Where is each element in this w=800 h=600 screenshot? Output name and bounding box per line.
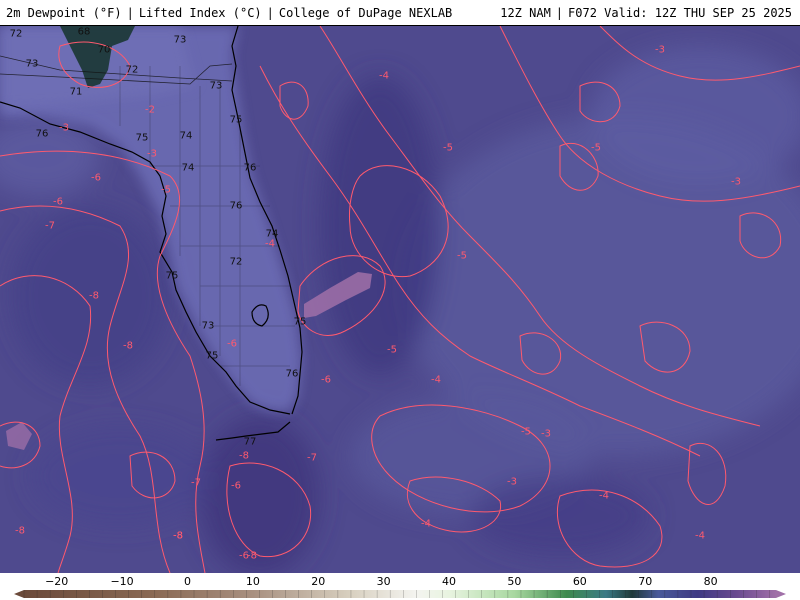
lifted-index-contour-label: -6 [239,550,249,562]
lifted-index-contour-label: -7 [45,220,55,232]
colorbar-tick-label: −20 [45,575,69,588]
source-title: College of DuPage NEXLAB [278,6,453,20]
lifted-index-contour-label: -3 [147,148,157,160]
colorbar-svg [14,590,786,598]
map-canvas [0,26,800,573]
dewpoint-contour-label: 74 [181,162,195,174]
dewpoint-contour-label: 72 [9,28,23,40]
weather-map: 72 68 73 70 73 72 71 73 75 76 75 74 74 76 76 74 72 75 73 76… [0,26,800,573]
lifted-index-contour-label: -4 [431,374,441,386]
lifted-index-contour-label: -4 [599,490,609,502]
lifted-index-contour-label: -3 [731,176,741,188]
colorbar-gradient [24,590,776,598]
dewpoint-contour-label: 68 [77,26,91,38]
dewpoint-contour-label: 76 [243,162,257,174]
lifted-index-title: Lifted Index (°C) [138,6,262,20]
dewpoint-contour-label: 73 [201,320,215,332]
dewpoint-contour-label: 75 [205,350,219,362]
colorbar-tick-label: 60 [572,575,587,588]
shade-region [30,426,210,526]
dewpoint-contour-label: 74 [179,130,193,142]
colorbar-tick-labels: −20 −10 0 10 20 30 40 50 60 70 80 [0,575,800,588]
colorbar-tick-label: 40 [442,575,457,588]
lifted-index-contour-label: -3 [59,122,69,134]
dewpoint-contour-label: 70 [97,44,111,56]
separator: | [266,6,274,20]
shade-region [590,46,800,186]
dewpoint-contour-label: 76 [285,368,299,380]
valid-time: F072 Valid: 12Z THU SEP 25 2025 [568,6,792,20]
lifted-index-contour-label: -8 [15,525,25,537]
lifted-index-contour-label: -4 [421,518,431,530]
lifted-index-contour-label: -2 [145,104,155,116]
header-bar: 2m Dewpoint (°F) | Lifted Index (°C) | Colle… [0,0,800,26]
dewpoint-contour-label: 75 [229,114,243,126]
colorbar-tick-label: −10 [110,575,134,588]
lifted-index-contour-label: -6 [227,338,237,350]
lifted-index-contour-label: -4 [695,530,705,542]
lifted-index-contour-label: -8 [173,530,183,542]
lifted-index-contour-label: -4 [379,70,389,82]
header-left: 2m Dewpoint (°F) | Lifted Index (°C) | Colle… [6,6,452,20]
model-run: 12Z NAM [500,6,551,20]
lifted-index-contour-label: -5 [521,426,531,438]
dewpoint-contour-label: 72 [229,256,243,268]
dewpoint-contour-label: 71 [69,86,83,98]
lifted-index-contour-label: -3 [507,476,517,488]
colorbar-legend: −20 −10 0 10 20 30 40 50 60 70 80 [0,573,800,600]
dewpoint-contour-label: 76 [35,128,49,140]
lifted-index-contour-label: -5 [457,250,467,262]
lifted-index-contour-label: -6 [53,196,63,208]
colorbar-tick-label: 20 [311,575,326,588]
colorbar-tick-label: 10 [245,575,260,588]
lifted-index-contour-label: -8 [123,340,133,352]
dewpoint-contour-label: 75 [165,270,179,282]
lifted-index-contour-label: -3 [655,44,665,56]
dewpoint-contour-label: 73 [173,34,187,46]
lifted-index-contour-label: -5 [161,184,171,196]
lifted-index-contour-label: -6 [321,374,331,386]
separator: | [126,6,134,20]
dewpoint-contour-label: 73 [209,80,223,92]
colorbar-tick-label: 30 [376,575,391,588]
dewpoint-contour-label: 72 [125,64,139,76]
separator: | [555,6,564,20]
dewpoint-contour-label: 76 [229,200,243,212]
header-right: 12Z NAM | F072 Valid: 12Z THU SEP 25 2025 [500,6,792,20]
lifted-index-contour-label: -5 [387,344,397,356]
dewpoint-contour-label: 75 [135,132,149,144]
colorbar-tick-label: 50 [507,575,522,588]
lifted-index-contour-label: -5 [591,142,601,154]
dewpoint-title: 2m Dewpoint (°F) [6,6,122,20]
colorbar-tick-label: 0 [183,575,191,588]
lifted-index-contour-label: -4 [265,238,275,250]
lifted-index-contour-label: -8 [89,290,99,302]
lifted-index-contour-label: -7 [307,452,317,464]
shade-region [470,476,650,556]
lifted-index-contour-label: -8 [239,450,249,462]
colorbar-tick-label: 80 [703,575,718,588]
lifted-index-contour-label: -6 [91,172,101,184]
colorbar-tick-label: 70 [638,575,653,588]
colorbar-max-arrow [776,590,786,598]
colorbar [14,590,786,598]
lifted-index-contour-label: -6 [231,480,241,492]
lifted-index-contour-label: -3 [541,428,551,440]
lifted-index-contour-label: -5 [443,142,453,154]
lifted-index-contour-label: -7 [191,477,201,489]
dewpoint-contour-label: 77 [243,436,257,448]
dewpoint-contour-label: 73 [25,58,39,70]
colorbar-min-arrow [14,590,24,598]
dewpoint-contour-label: 75 [293,316,307,328]
shade-region [320,76,440,376]
